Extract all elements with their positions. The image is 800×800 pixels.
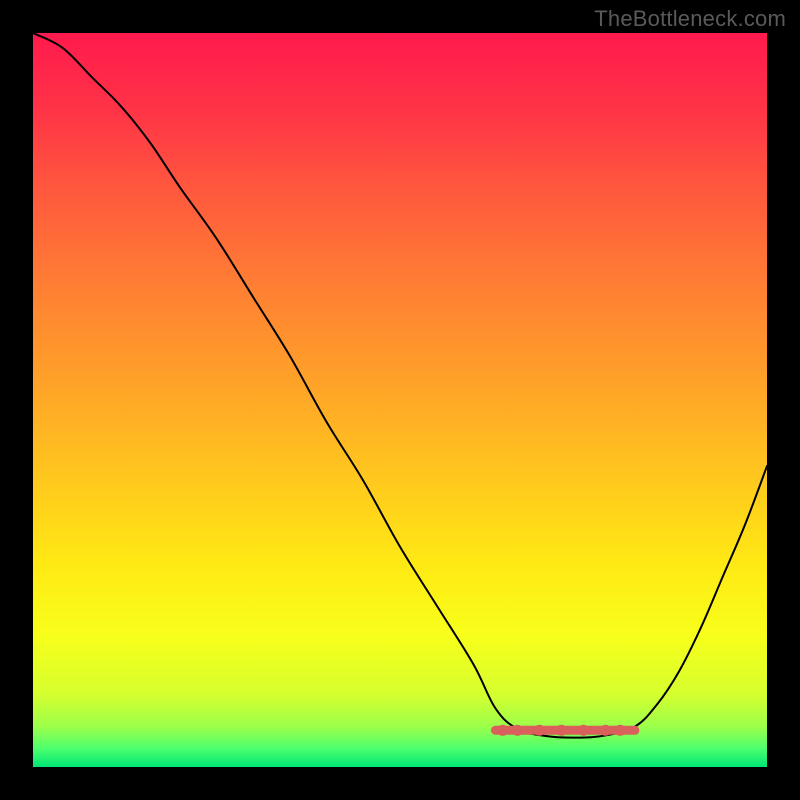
gradient-background <box>33 33 767 767</box>
plot-area <box>33 33 767 767</box>
trough-marker <box>495 725 634 736</box>
watermark-text: TheBottleneck.com <box>594 6 786 32</box>
chart-svg <box>33 33 767 767</box>
chart-frame: TheBottleneck.com <box>0 0 800 800</box>
